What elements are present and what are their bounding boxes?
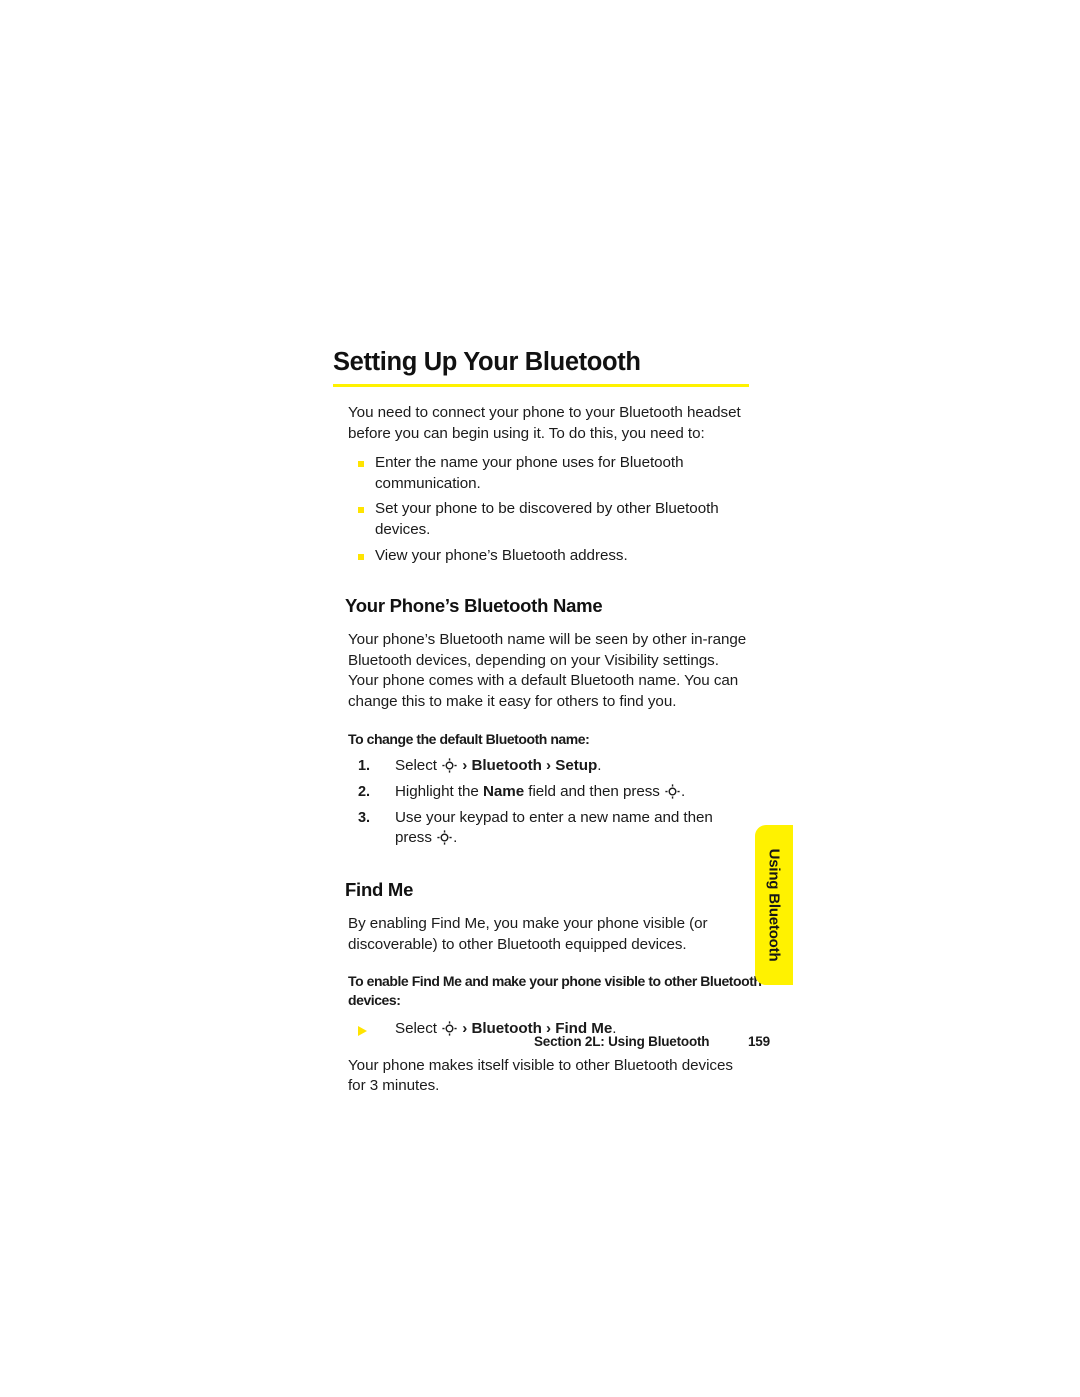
menu-arrow-icon: › <box>462 1020 468 1038</box>
list-item-label: Set your phone to be discovered by other… <box>375 500 719 539</box>
list-item: 3. Use your keypad to enter a new name a… <box>333 808 749 849</box>
footer-page-number: 159 <box>748 1034 770 1049</box>
list-item: 1. Select › Bluetooth › Setup. <box>333 756 749 777</box>
nav-key-icon <box>442 1021 457 1036</box>
square-bullet-icon <box>358 461 364 468</box>
document-page: Setting Up Your Bluetooth You need to co… <box>0 0 1080 1397</box>
step-number: 3. <box>358 809 370 826</box>
bluetooth-name-paragraph: Your phone’s Bluetooth name will be seen… <box>348 631 747 710</box>
find-me-closing: Your phone makes itself visible to other… <box>348 1056 749 1097</box>
page-title: Setting Up Your Bluetooth <box>333 348 641 376</box>
step-text-pre: Select <box>395 756 442 774</box>
step-text-tail: . <box>597 756 602 774</box>
list-item-label: Enter the name your phone uses for Bluet… <box>375 454 684 492</box>
list-item: Set your phone to be discovered by other… <box>348 499 749 540</box>
section-heading-bluetooth-name: Your Phone’s Bluetooth Name <box>345 595 603 617</box>
step-text-pre: Highlight the <box>395 782 483 800</box>
side-tab-label: Using Bluetooth <box>765 848 783 962</box>
find-me-closing-paragraph: Your phone makes itself visible to other… <box>348 1056 733 1095</box>
step-bold-term: Setup <box>555 756 598 774</box>
step-number: 2. <box>358 783 370 800</box>
section-heading-find-me: Find Me <box>345 878 414 900</box>
list-item: Enter the name your phone uses for Bluet… <box>348 453 749 494</box>
side-tab: Using Bluetooth <box>755 825 793 985</box>
step-text-tail: . <box>681 782 686 800</box>
footer-section-label: Section 2L: Using Bluetooth <box>534 1034 710 1049</box>
step-number: 1. <box>358 757 370 774</box>
step-bold-term: Name <box>482 782 525 800</box>
title-underline-rule <box>333 383 749 388</box>
body-column: You need to connect your phone to your B… <box>348 403 749 566</box>
step-bold-term: Bluetooth <box>471 756 542 774</box>
procedure-steps-bluetooth-name: 1. Select › Bluetooth › Setup. 2. Highli <box>333 756 749 849</box>
triangle-bullet-icon <box>358 1026 367 1037</box>
square-bullet-icon <box>358 507 364 514</box>
square-bullet-icon <box>358 553 364 560</box>
procedure-lead-in-find-me: To enable Find Me and make your phone vi… <box>348 973 762 1009</box>
step-text-tail: . <box>453 829 458 847</box>
nav-key-icon <box>437 830 452 845</box>
menu-arrow-icon: › <box>546 756 552 774</box>
list-item: View your phone’s Bluetooth address. <box>348 546 749 567</box>
bluetooth-name-body: Your phone’s Bluetooth name will be seen… <box>348 630 749 712</box>
find-me-body: By enabling Find Me, you make your phone… <box>348 914 749 955</box>
find-me-paragraph: By enabling Find Me, you make your phone… <box>348 914 708 953</box>
list-item-label: View your phone’s Bluetooth address. <box>375 546 628 564</box>
intro-paragraph: You need to connect your phone to your B… <box>348 404 741 442</box>
step-text-pre: Select <box>395 1020 442 1038</box>
content-column: Setting Up Your Bluetooth You need to co… <box>333 348 762 1097</box>
list-item: 2. Highlight the Name field and then pre… <box>333 782 749 803</box>
nav-key-icon <box>442 757 457 773</box>
procedure-lead-in-bluetooth-name: To change the default Bluetooth name: <box>348 730 590 747</box>
nav-key-icon <box>665 784 680 799</box>
step-bold-term: Bluetooth <box>471 1020 542 1038</box>
step-text-mid: field and then press <box>524 782 665 800</box>
menu-arrow-icon: › <box>462 756 468 774</box>
intro-bullet-list: Enter the name your phone uses for Bluet… <box>348 453 749 566</box>
